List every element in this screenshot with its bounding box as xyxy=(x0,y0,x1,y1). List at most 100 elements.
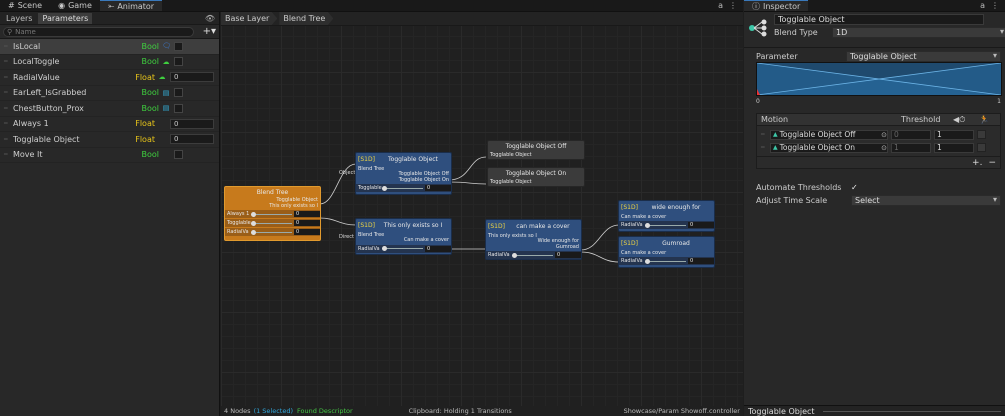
time-scale-input[interactable]: 1 xyxy=(934,129,974,140)
drag-handle-icon[interactable]: ═ xyxy=(4,105,10,112)
object-picker-icon[interactable]: ⊙ xyxy=(881,131,887,139)
parameter-dropdown[interactable]: Togglable Object xyxy=(846,50,1001,62)
drag-handle-icon[interactable]: ═ xyxy=(4,89,10,96)
tab-scene[interactable]: # Scene xyxy=(0,0,50,11)
animation-clip-icon: ▲ xyxy=(773,143,778,151)
parameter-name: RadialValue xyxy=(13,72,60,82)
adjust-time-scale-dropdown[interactable]: Select xyxy=(851,194,1001,206)
motion-row[interactable]: ═ ▲ Togglable Object On ⊙ 1 1 xyxy=(757,141,1000,154)
parameter-type: Float xyxy=(135,134,155,144)
parameter-row[interactable]: ═ Move It Bool xyxy=(0,148,219,163)
can-make-a-cover-slot[interactable]: RadialVa 0 xyxy=(486,251,581,259)
drag-handle-icon[interactable]: ═ xyxy=(4,58,10,65)
tab-game[interactable]: ◉ Game xyxy=(50,0,100,11)
scene-icon: # xyxy=(8,1,15,10)
automate-thresholds-checkbox[interactable]: ✓ xyxy=(851,183,858,192)
edge-label-direct: Direct xyxy=(339,234,354,240)
gumroad-slot[interactable]: RadialVa 0 xyxy=(619,257,714,265)
parameter-bool-checkbox[interactable] xyxy=(174,88,183,98)
parameter-row[interactable]: ═ ChestButton_Prox Bool ▤ xyxy=(0,101,219,117)
lock-icon[interactable]: a xyxy=(980,1,985,10)
parameter-bool-checkbox[interactable] xyxy=(174,41,183,51)
drag-handle-icon[interactable]: ═ xyxy=(4,136,10,143)
clip-node-off[interactable]: Togglable Object Off Togglable Object xyxy=(487,140,585,160)
info-icon: ⓘ xyxy=(752,1,760,11)
mirror-checkbox[interactable] xyxy=(977,143,986,152)
wide-enough-for-node[interactable]: [S1D] wide enough for Can make a cover Ra… xyxy=(618,200,715,232)
parameter-row[interactable]: ═ Always 1 Float 0 xyxy=(0,117,219,132)
threshold-input[interactable]: 0 xyxy=(891,129,931,140)
motion-row[interactable]: ═ ▲ Togglable Object Off ⊙ 0 1 xyxy=(757,128,1000,141)
search-row: ⚲ Name +▾ xyxy=(0,25,219,39)
tab-layers[interactable]: Layers xyxy=(2,13,36,24)
this-only-exists-slot[interactable]: RadialVa 0 xyxy=(356,244,451,253)
lock-icon[interactable]: a xyxy=(718,1,723,10)
parameter-row[interactable]: ═ Togglable Object Float 0 xyxy=(0,132,219,148)
parameter-type: Bool xyxy=(141,150,160,160)
parameter-name: IsLocal xyxy=(13,41,41,51)
motion-field[interactable]: ▲ Togglable Object Off ⊙ xyxy=(770,129,888,140)
parameter-name: EarLeft_IsGrabbed xyxy=(13,88,87,98)
blend-graph[interactable] xyxy=(756,62,1002,96)
animator-graph[interactable]: Base Layer Blend Tree Object Direct Blen… xyxy=(221,12,743,416)
animator-icon: ⤜ xyxy=(107,1,115,10)
togglable-object-node[interactable]: [S1D] Togglable Object Blend Tree Togglab… xyxy=(355,152,452,195)
gamepad-icon: ◉ xyxy=(58,1,66,10)
gumroad-node[interactable]: [S1D] Gumroad Can make a cover RadialVa 0 xyxy=(618,236,715,268)
menu-icon[interactable]: ⋮ xyxy=(729,1,737,10)
root-slot-togglable[interactable]: Togglable 0 xyxy=(225,219,320,227)
animation-clip-icon: ▲ xyxy=(773,130,778,138)
document-icon: ▤ xyxy=(162,88,170,97)
parameter-row[interactable]: ═ LocalToggle Bool ☁ xyxy=(0,55,219,70)
threshold-input[interactable]: 1 xyxy=(891,142,931,153)
add-parameter-button[interactable]: +▾ xyxy=(198,26,216,37)
parameter-bool-checkbox[interactable] xyxy=(174,103,183,113)
root-slot-radial[interactable]: RadialVa 0 xyxy=(225,228,320,236)
document-icon: ▤ xyxy=(162,104,170,113)
drag-handle-icon[interactable]: ═ xyxy=(4,74,10,81)
parameter-float-value[interactable]: 0 xyxy=(170,118,214,129)
this-only-exists-node[interactable]: [S1D] This only exists so I Blend Tree Ca… xyxy=(355,218,452,255)
drag-handle-icon[interactable]: ═ xyxy=(4,43,10,50)
inspector-header: Togglable Object Blend Type 1D ? ⚙ xyxy=(744,12,1005,48)
drag-handle-icon[interactable]: ═ xyxy=(761,131,767,138)
parameter-name: Always 1 xyxy=(13,119,49,129)
inspector-panel: Togglable Object Blend Type 1D ? ⚙ Param… xyxy=(744,12,1005,416)
clip-node-on[interactable]: Togglable Object On Togglable Object xyxy=(487,167,585,187)
drag-handle-icon[interactable]: ═ xyxy=(4,120,10,127)
blend-tree-name-input[interactable]: Togglable Object xyxy=(774,14,984,25)
remove-motion-button[interactable]: − xyxy=(988,158,996,168)
time-scale-input[interactable]: 1 xyxy=(934,142,974,153)
cloud-icon: ☁ xyxy=(158,73,166,82)
motion-field[interactable]: ▲ Togglable Object On ⊙ xyxy=(770,142,888,153)
mirror-checkbox[interactable] xyxy=(977,130,986,139)
blend-type-dropdown[interactable]: 1D xyxy=(832,27,1005,38)
tab-inspector[interactable]: ⓘ Inspector xyxy=(744,0,809,11)
root-slot-always[interactable]: Always 10 xyxy=(225,210,320,218)
parameter-row[interactable]: ═ IsLocal Bool 🗨 xyxy=(0,39,219,55)
menu-icon[interactable]: ⋮ xyxy=(991,1,999,10)
parameter-float-value[interactable]: 0 xyxy=(170,72,214,83)
tab-parameters[interactable]: Parameters xyxy=(38,12,93,24)
togglable-object-slot[interactable]: Togglable 0 xyxy=(356,184,451,192)
parameter-type: Float xyxy=(135,119,155,129)
add-motion-button[interactable]: +. xyxy=(972,158,982,168)
search-input[interactable]: ⚲ Name xyxy=(3,26,194,37)
can-make-a-cover-node[interactable]: [S1D] can make a cover This only exists s… xyxy=(485,219,582,260)
axis-min-label: 0 xyxy=(756,97,760,105)
eye-icon[interactable]: 👁 xyxy=(205,14,215,23)
wide-enough-for-slot[interactable]: RadialVa 0 xyxy=(619,221,714,229)
parameter-float-value[interactable]: 0 xyxy=(170,134,214,145)
drag-handle-icon[interactable]: ═ xyxy=(761,144,767,151)
parameter-bool-checkbox[interactable] xyxy=(174,57,183,67)
parameter-bool-checkbox[interactable] xyxy=(174,150,183,160)
object-picker-icon[interactable]: ⊙ xyxy=(881,144,887,152)
blend-tree-root-node[interactable]: Blend Tree Togglable Object This only ex… xyxy=(224,186,321,241)
drag-handle-icon[interactable]: ═ xyxy=(4,151,10,158)
tab-animator[interactable]: ⤜ Animator xyxy=(99,0,163,11)
cloud-icon: ☁ xyxy=(162,57,170,66)
left-tab-bar: # Scene ◉ Game ⤜ Animator a ⋮ xyxy=(0,0,743,12)
parameter-row[interactable]: ═ RadialValue Float ☁ 0 xyxy=(0,70,219,86)
parameter-row[interactable]: ═ EarLeft_IsGrabbed Bool ▤ xyxy=(0,86,219,101)
preview-divider xyxy=(822,410,1001,412)
